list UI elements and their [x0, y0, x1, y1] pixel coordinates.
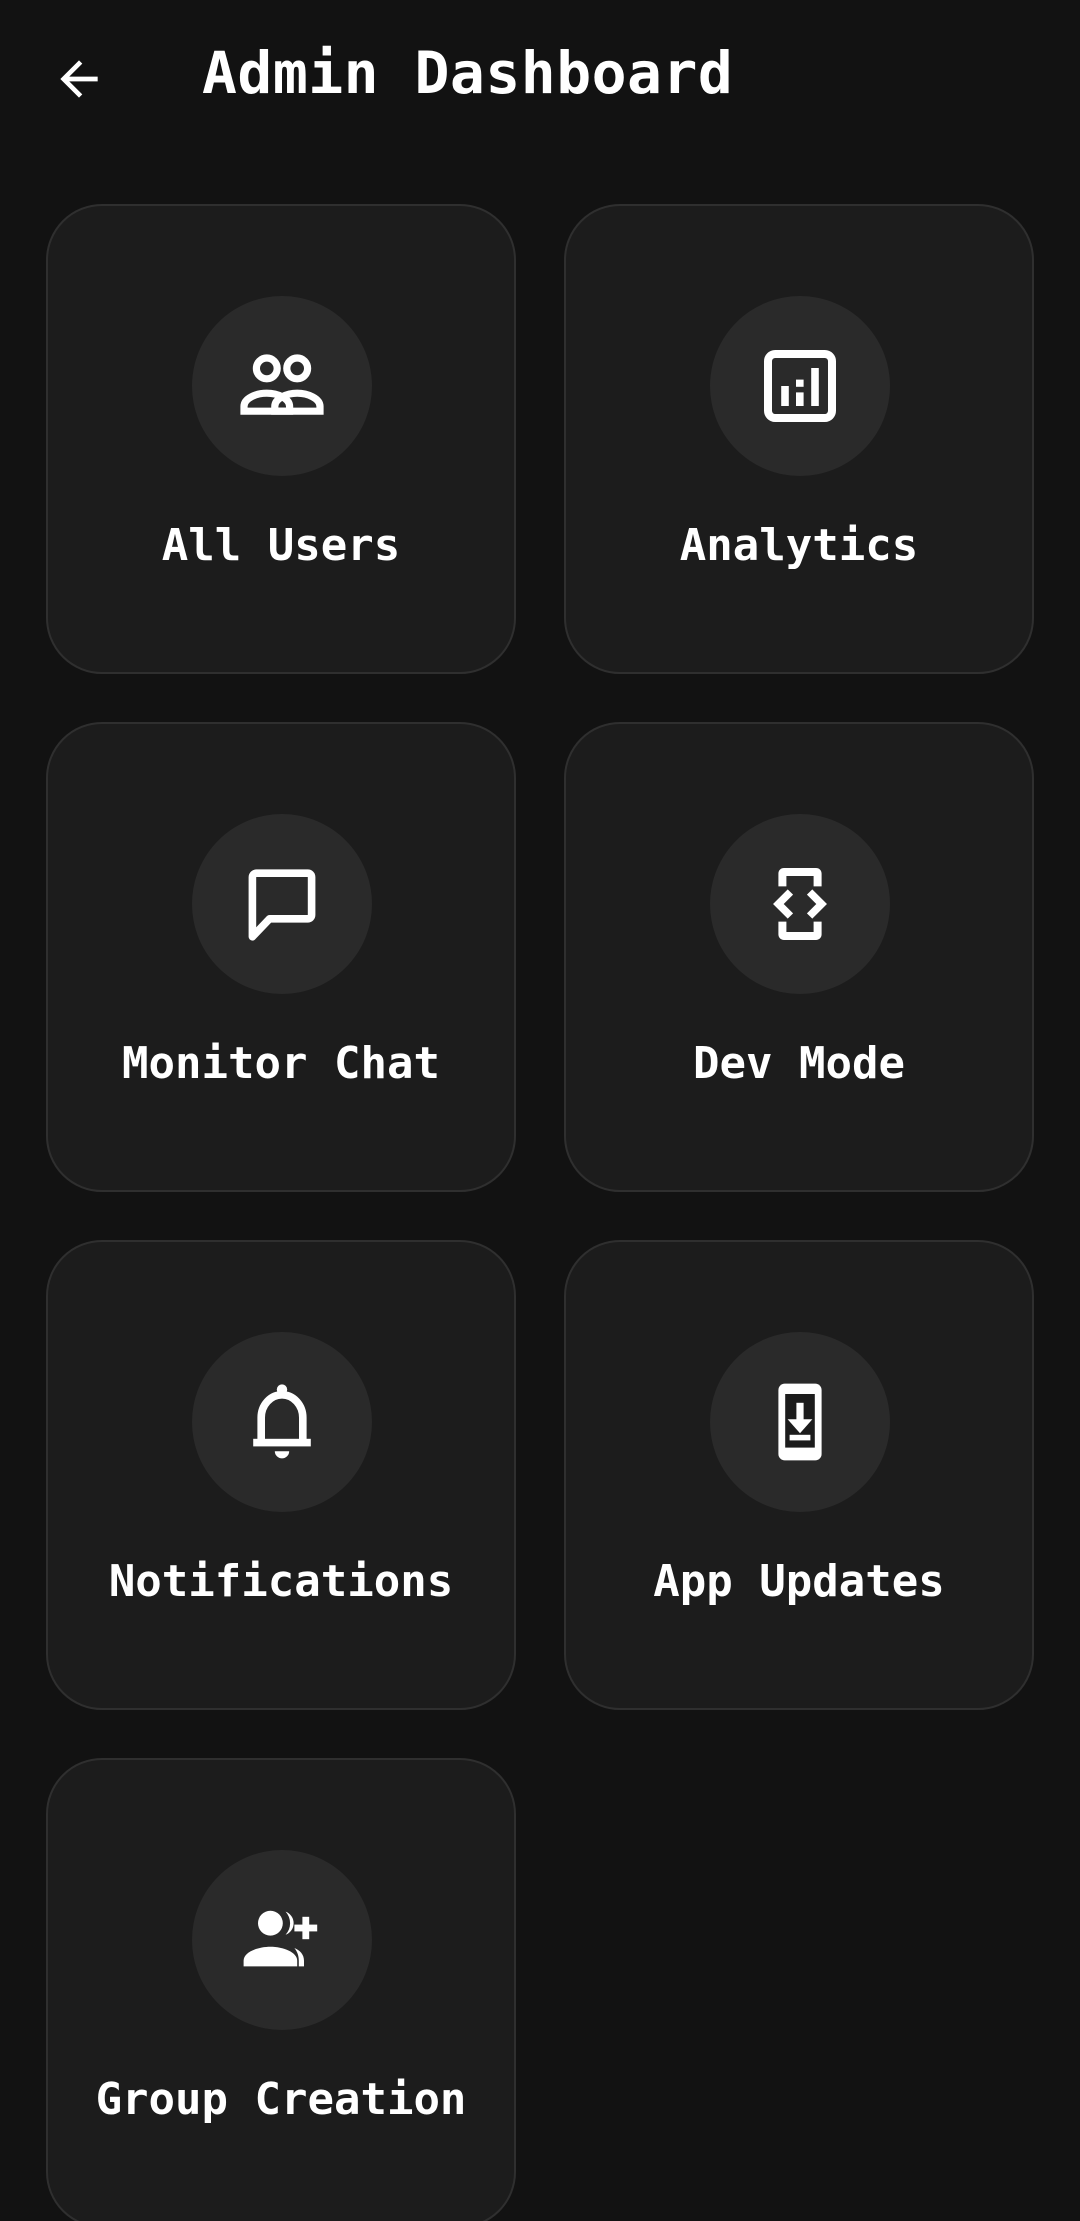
tile-label: Analytics	[679, 520, 919, 571]
developer-mode-icon	[773, 868, 827, 940]
icon-circle	[710, 814, 890, 994]
icon-circle	[192, 814, 372, 994]
icon-circle	[710, 1332, 890, 1512]
tile-label: Group Creation	[95, 2074, 467, 2125]
admin-dashboard-screen: Admin Dashboard All Users Analytics Moni…	[0, 0, 1080, 2221]
bell-icon	[253, 1384, 311, 1459]
back-button[interactable]	[44, 44, 114, 114]
icon-circle	[192, 1332, 372, 1512]
system-update-icon	[778, 1383, 822, 1461]
icon-circle	[192, 296, 372, 476]
users-icon	[240, 354, 324, 415]
tile-notifications[interactable]: Notifications	[46, 1240, 516, 1710]
arrow-back-icon	[60, 60, 98, 98]
tile-label: App Updates	[653, 1556, 945, 1607]
tile-group-creation[interactable]: Group Creation	[46, 1758, 516, 2221]
group-add-icon	[243, 1910, 318, 1967]
tile-label: Notifications	[108, 1556, 454, 1607]
tile-label: Dev Mode	[693, 1038, 905, 1089]
chat-icon	[248, 869, 316, 941]
tile-app-updates[interactable]: App Updates	[564, 1240, 1034, 1710]
tile-dev-mode[interactable]: Dev Mode	[564, 722, 1034, 1192]
page-title: Admin Dashboard	[202, 39, 734, 107]
top-app-bar: Admin Dashboard	[0, 0, 1080, 150]
icon-circle	[710, 296, 890, 476]
tile-label: Monitor Chat	[122, 1038, 440, 1089]
tile-monitor-chat[interactable]: Monitor Chat	[46, 722, 516, 1192]
analytics-icon	[764, 350, 836, 422]
tile-analytics[interactable]: Analytics	[564, 204, 1034, 674]
tile-label: All Users	[161, 520, 401, 571]
tile-all-users[interactable]: All Users	[46, 204, 516, 674]
icon-circle	[192, 1850, 372, 2030]
